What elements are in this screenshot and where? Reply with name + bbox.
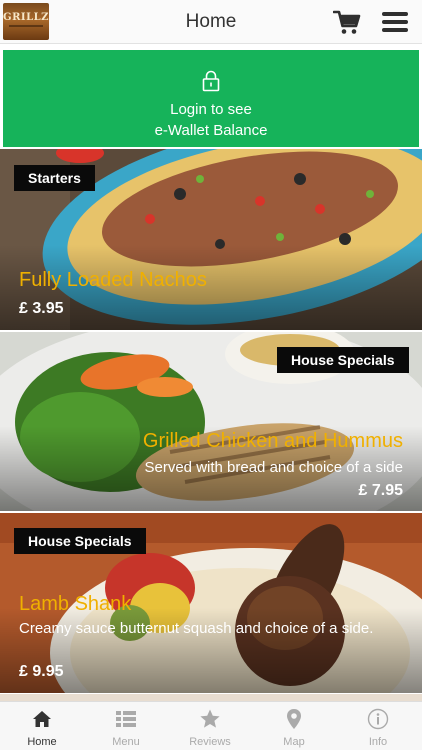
login-wallet-banner[interactable]: Login to see e-Wallet Balance: [3, 50, 419, 147]
item-title: Grilled Chicken and Hummus: [142, 430, 403, 452]
tab-label: Map: [283, 736, 305, 748]
lock-icon: [202, 70, 220, 92]
tab-label: Reviews: [189, 736, 231, 748]
home-icon: [31, 708, 53, 730]
bottom-tab-bar: Home Menu Reviews Map Info: [0, 701, 422, 750]
menu-card-lamb-shank[interactable]: House Specials Lamb Shank Creamy sauce b…: [0, 513, 422, 693]
cart-icon[interactable]: [332, 9, 361, 37]
tab-reviews[interactable]: Reviews: [168, 702, 252, 750]
info-icon: [367, 708, 389, 730]
menu-card-grilled-chicken[interactable]: House Specials Grilled Chicken and Hummu…: [0, 332, 422, 511]
list-icon: [115, 708, 137, 730]
tab-label: Home: [27, 736, 57, 748]
tab-menu[interactable]: Menu: [84, 702, 168, 750]
tab-info[interactable]: Info: [336, 702, 420, 750]
menu-card-nachos[interactable]: Starters Fully Loaded Nachos £ 3.95: [0, 149, 422, 330]
star-icon: [199, 708, 221, 730]
hamburger-menu-icon[interactable]: [381, 11, 409, 33]
map-pin-icon: [283, 708, 305, 730]
category-tag: House Specials: [14, 528, 146, 554]
login-text-line2: e-Wallet Balance: [154, 122, 268, 139]
tab-map[interactable]: Map: [252, 702, 336, 750]
tab-label: Info: [368, 736, 388, 748]
app-header: GRILLZ Home: [0, 0, 422, 44]
category-tag: Starters: [14, 165, 95, 191]
tab-home[interactable]: Home: [0, 702, 84, 750]
item-price: £ 9.95: [19, 663, 64, 680]
item-title: Lamb Shank: [19, 593, 132, 615]
tab-label: Menu: [112, 736, 140, 748]
item-title: Fully Loaded Nachos: [19, 269, 207, 291]
item-description: Creamy sauce butternut squash and choice…: [19, 620, 374, 637]
login-text-line1: Login to see: [170, 101, 252, 118]
category-tag: House Specials: [277, 347, 409, 373]
item-price: £ 3.95: [19, 300, 64, 317]
item-price: £ 7.95: [358, 482, 403, 499]
item-description: Served with bread and choice of a side: [144, 459, 404, 476]
